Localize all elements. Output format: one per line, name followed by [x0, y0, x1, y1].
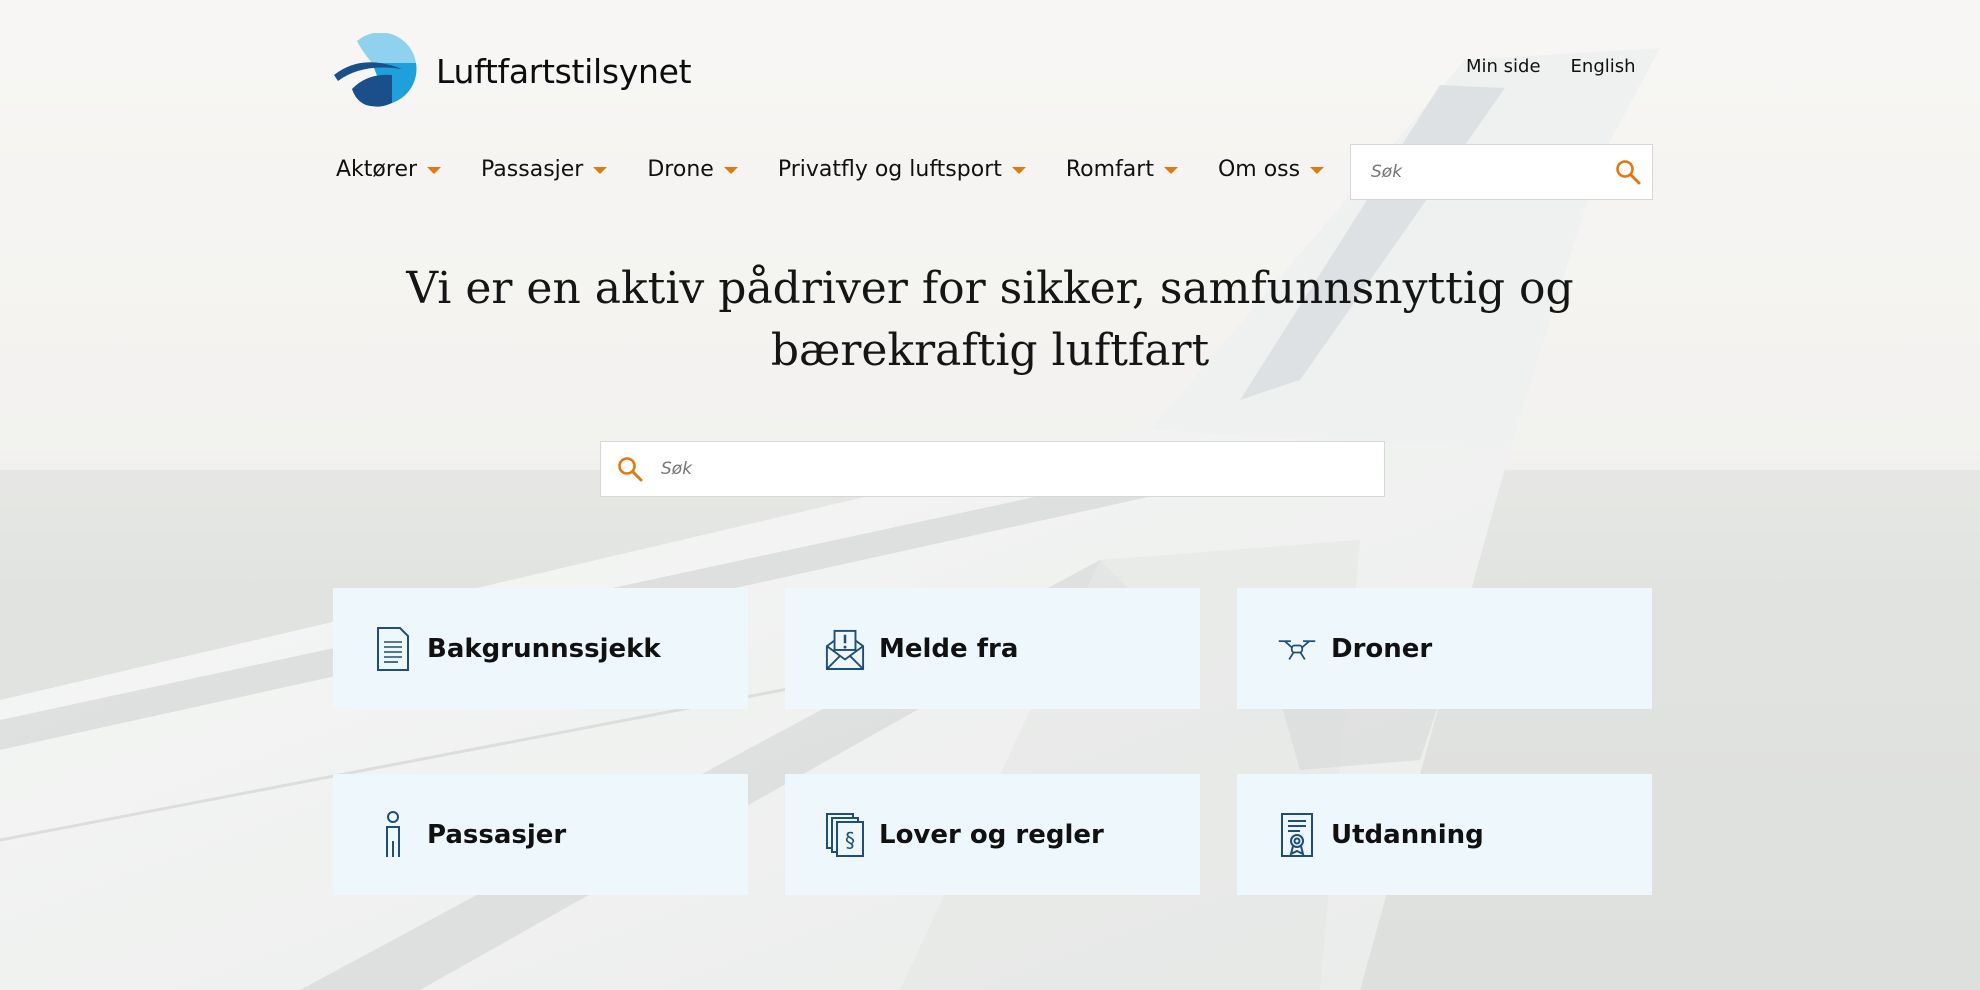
shortcut-tiles: Bakgrunnssjekk Melde fra Droner Passasje… [333, 588, 1653, 895]
certificate-icon [1277, 811, 1317, 859]
nav-item-aktorer[interactable]: Aktører [336, 157, 442, 182]
caret-down-icon [427, 167, 442, 174]
nav-item-privatfly[interactable]: Privatfly og luftsport [778, 157, 1026, 182]
english-link[interactable]: English [1571, 56, 1636, 77]
nav-item-label: Aktører [336, 157, 418, 182]
tile-utdanning[interactable]: Utdanning [1237, 774, 1652, 895]
tile-label: Bakgrunnssjekk [427, 633, 661, 664]
nav-item-romfart[interactable]: Romfart [1066, 157, 1178, 182]
document-icon [373, 625, 413, 673]
nav-item-label: Privatfly og luftsport [777, 157, 1002, 182]
tile-label: Utdanning [1331, 819, 1484, 850]
drone-icon [1277, 625, 1317, 673]
main-search [600, 441, 1385, 497]
search-icon[interactable] [1604, 145, 1652, 199]
caret-down-icon [723, 167, 738, 174]
header-search [1350, 144, 1653, 200]
search-icon[interactable] [601, 442, 659, 496]
min-side-link[interactable]: Min side [1466, 56, 1541, 77]
header-search-input[interactable] [1351, 162, 1604, 182]
tile-label: Lover og regler [879, 819, 1104, 850]
main-nav: Aktører Passasjer Drone Privatfly og luf… [336, 157, 1325, 182]
tile-label: Droner [1331, 633, 1433, 664]
caret-down-icon [1011, 167, 1026, 174]
hero-heading-line2: bærekraftig luftfart [770, 325, 1210, 376]
hero-heading-line1: Vi er en aktiv pådriver for sikker, samf… [406, 263, 1574, 314]
hero: Vi er en aktiv pådriver for sikker, samf… [0, 258, 1980, 382]
caret-down-icon [593, 167, 608, 174]
paragraph-docs-icon: § [825, 811, 865, 859]
caret-down-icon [1310, 167, 1325, 174]
nav-item-om-oss[interactable]: Om oss [1217, 157, 1325, 182]
tile-bakgrunnssjekk[interactable]: Bakgrunnssjekk [333, 588, 748, 709]
tile-lover-og-regler[interactable]: § Lover og regler [785, 774, 1200, 895]
tile-melde-fra[interactable]: Melde fra [785, 588, 1200, 709]
tile-droner[interactable]: Droner [1237, 588, 1652, 709]
svg-text:§: § [845, 828, 855, 852]
caret-down-icon [1163, 167, 1178, 174]
tile-label: Passasjer [427, 819, 567, 850]
person-icon [373, 810, 413, 859]
tile-passasjer[interactable]: Passasjer [333, 774, 748, 895]
nav-item-passasjer[interactable]: Passasjer [481, 157, 608, 182]
nav-item-drone[interactable]: Drone [647, 157, 738, 182]
nav-item-label: Passasjer [481, 157, 584, 182]
nav-item-label: Om oss [1217, 157, 1301, 182]
nav-item-label: Drone [647, 157, 714, 182]
hero-heading: Vi er en aktiv pådriver for sikker, samf… [380, 258, 1600, 382]
logo-icon [334, 33, 417, 107]
main-search-input[interactable] [659, 459, 1384, 479]
tile-label: Melde fra [879, 633, 1019, 664]
utility-links: Min side English [1466, 56, 1636, 77]
logo[interactable]: Luftfartstilsynet [332, 33, 692, 109]
logo-text: Luftfartstilsynet [436, 51, 692, 91]
envelope-alert-icon [825, 625, 865, 673]
nav-item-label: Romfart [1065, 157, 1154, 182]
